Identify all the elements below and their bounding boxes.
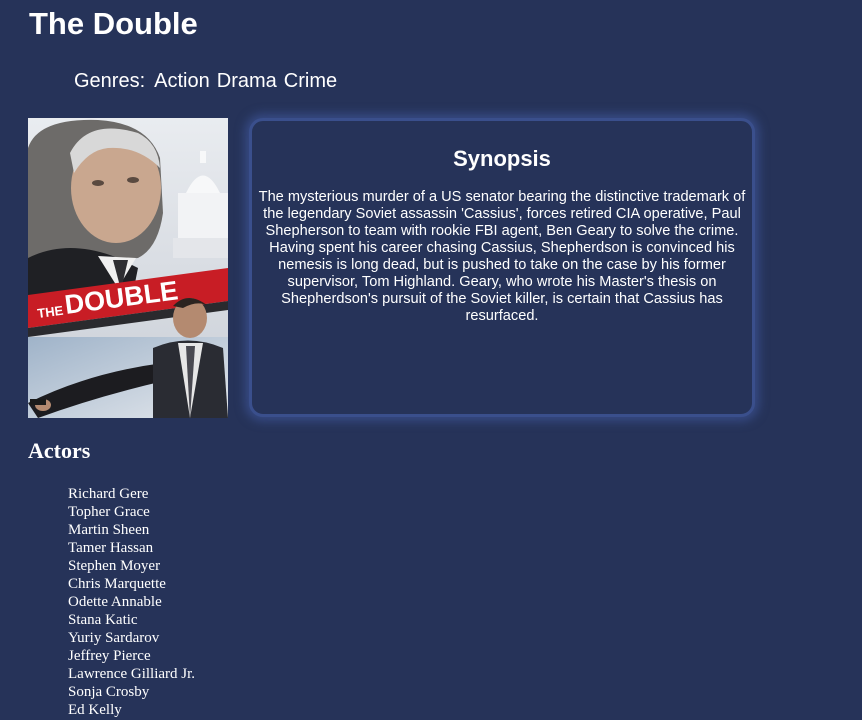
genres-label: Genres: bbox=[74, 70, 146, 92]
movie-poster: THE DOUBLE bbox=[28, 118, 228, 418]
synopsis-panel: Synopsis The mysterious murder of a US s… bbox=[249, 118, 755, 417]
synopsis-text: The mysterious murder of a US senator be… bbox=[258, 189, 746, 324]
actor-item: Yuriy Sardarov bbox=[68, 630, 160, 646]
actor-item: Sonja Crosby bbox=[68, 684, 150, 700]
actor-item: Richard Gere bbox=[68, 486, 149, 502]
genre-item: Drama bbox=[216, 70, 277, 92]
actor-item: Jeffrey Pierce bbox=[68, 648, 151, 664]
actor-item: Odette Annable bbox=[68, 594, 162, 610]
actor-item: Stephen Moyer bbox=[68, 558, 161, 574]
actor-item: Lawrence Gilliard Jr. bbox=[68, 666, 196, 682]
actor-item: Stana Katic bbox=[68, 612, 138, 628]
actor-item: Tamer Hassan bbox=[68, 540, 154, 556]
actor-item: Martin Sheen bbox=[68, 522, 150, 538]
page-title: The Double bbox=[29, 6, 198, 41]
synopsis-heading: Synopsis bbox=[453, 146, 551, 171]
actor-item: Ed Kelly bbox=[68, 702, 122, 718]
actor-item: Topher Grace bbox=[68, 504, 150, 520]
actors-heading: Actors bbox=[28, 438, 91, 463]
actors-list: Richard Gere Topher Grace Martin Sheen T… bbox=[68, 485, 195, 719]
actor-item: Chris Marquette bbox=[68, 576, 166, 592]
genre-item: Crime bbox=[283, 70, 338, 92]
genre-item: Action bbox=[154, 70, 210, 92]
genres-row: Genres: Action Drama Crime bbox=[74, 69, 337, 93]
